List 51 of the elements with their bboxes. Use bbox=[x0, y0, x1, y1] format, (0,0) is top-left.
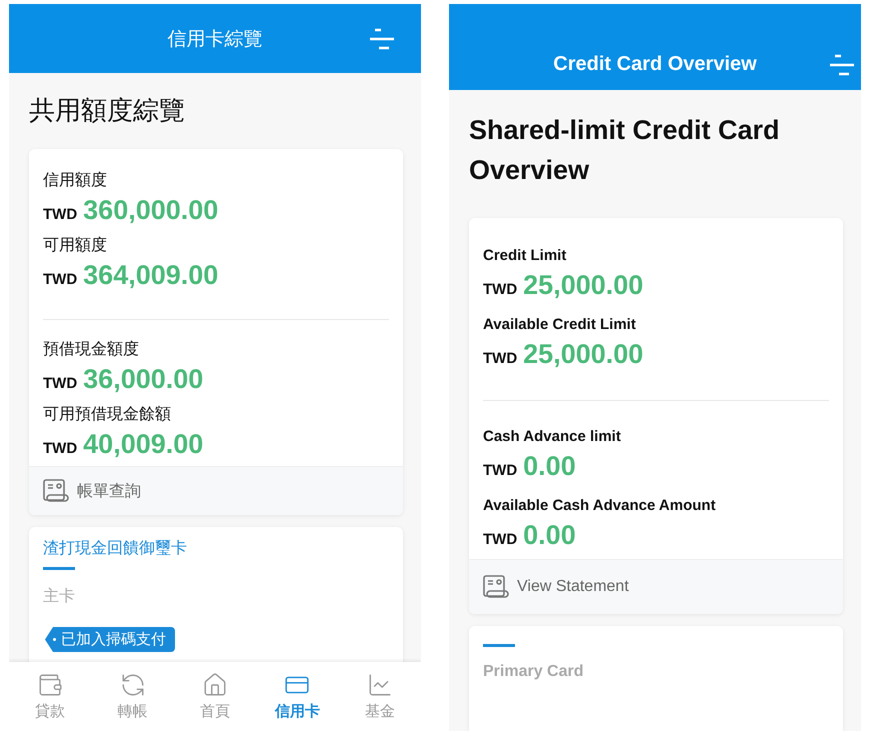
statement-label: 帳單查詢 bbox=[77, 482, 141, 502]
amount-value: 40,009.00 bbox=[83, 429, 204, 460]
limit-label: 預借現金額度 bbox=[43, 340, 140, 360]
nav-item[interactable]: 信用卡 bbox=[256, 662, 339, 731]
exchange-icon bbox=[120, 672, 146, 698]
limit-label: Credit Limit bbox=[483, 246, 568, 266]
card-type: 主卡 bbox=[43, 586, 76, 607]
payment-tag: 已加入掃碼支付 bbox=[45, 627, 175, 652]
bill-icon bbox=[43, 479, 69, 503]
currency-code: TWD bbox=[43, 375, 78, 392]
limit-label: 可用預借現金餘額 bbox=[43, 405, 172, 425]
amount-value: 360,000.00 bbox=[83, 195, 218, 226]
tab-underline bbox=[43, 567, 75, 570]
page-heading: Shared-limit Credit Card Overview bbox=[469, 114, 781, 187]
amount-value: 25,000.00 bbox=[523, 270, 644, 301]
statement-link[interactable]: 帳單查詢 bbox=[29, 466, 403, 515]
nav-item[interactable]: 首頁 bbox=[174, 662, 256, 731]
header-title: Credit Card Overview bbox=[553, 53, 757, 76]
nav-item[interactable]: 貸款 bbox=[9, 662, 92, 731]
limit-label: Available Cash Advance Amount bbox=[483, 496, 717, 516]
currency-code: TWD bbox=[43, 206, 78, 223]
chart-icon bbox=[366, 672, 393, 698]
card-name[interactable]: 渣打現金回饋御璽卡 bbox=[43, 539, 389, 559]
amount-value: 36,000.00 bbox=[83, 364, 204, 395]
limit-label: Cash Advance limit bbox=[483, 427, 622, 447]
amount-value: 0.00 bbox=[523, 451, 576, 482]
menu-icon[interactable] bbox=[829, 54, 855, 76]
card-type: Primary Card bbox=[483, 663, 584, 681]
nav-item[interactable]: 基金 bbox=[338, 662, 421, 731]
header-title: 信用卡綜覽 bbox=[168, 28, 262, 52]
nav-item[interactable]: 轉帳 bbox=[91, 662, 174, 731]
currency-code: TWD bbox=[483, 531, 518, 548]
currency-code: TWD bbox=[483, 350, 518, 367]
currency-code: TWD bbox=[483, 462, 518, 479]
amount-value: 364,009.00 bbox=[83, 260, 218, 291]
limit-label: 信用額度 bbox=[43, 171, 108, 191]
page-heading: 共用額度綜覽 bbox=[29, 94, 186, 127]
currency-code: TWD bbox=[43, 440, 78, 457]
amount-value: 25,000.00 bbox=[523, 339, 644, 370]
tab-underline bbox=[483, 644, 515, 647]
bill-icon bbox=[483, 575, 509, 599]
statement-link[interactable]: View Statement bbox=[469, 559, 843, 614]
amount-value: 0.00 bbox=[523, 520, 576, 551]
home-icon bbox=[202, 672, 228, 698]
menu-icon[interactable] bbox=[369, 28, 395, 50]
statement-label: View Statement bbox=[517, 578, 629, 596]
limit-label: 可用額度 bbox=[43, 236, 108, 256]
limit-label: Available Credit Limit bbox=[483, 315, 637, 335]
wallet-icon bbox=[37, 672, 64, 698]
currency-code: TWD bbox=[483, 281, 518, 298]
currency-code: TWD bbox=[43, 271, 78, 288]
